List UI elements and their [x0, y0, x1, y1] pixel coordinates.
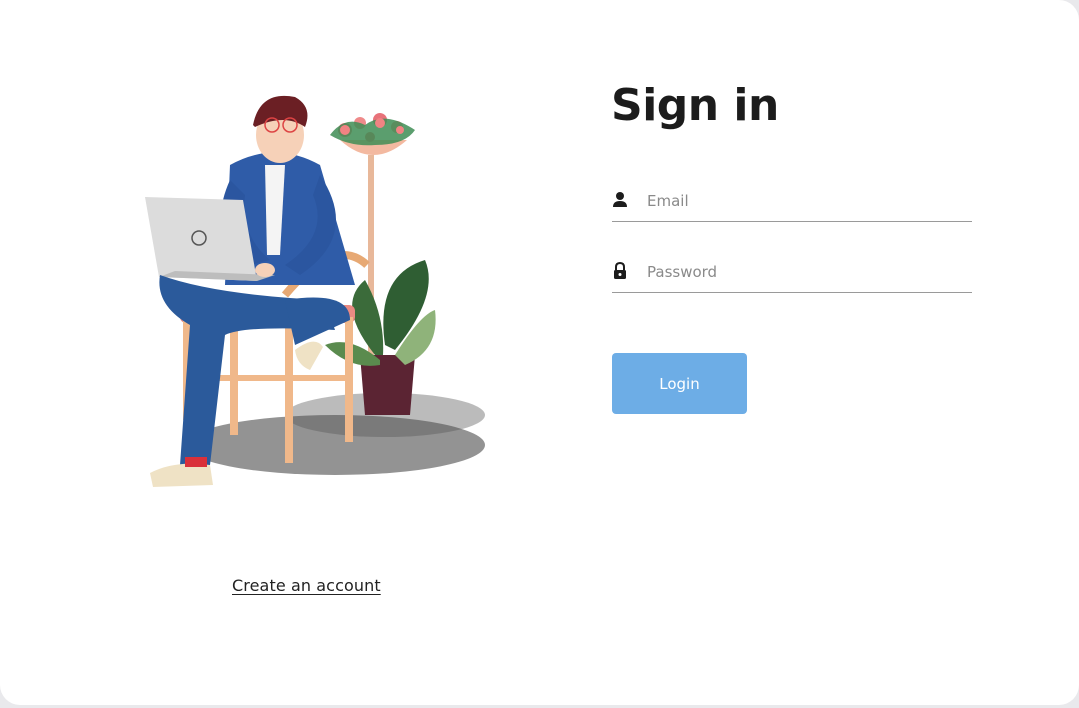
- sign-in-card: Create an account Sign in Login: [0, 0, 1079, 705]
- email-input[interactable]: [647, 187, 967, 215]
- user-icon: [613, 192, 627, 207]
- page-title: Sign in: [611, 80, 779, 131]
- login-button[interactable]: Login: [612, 353, 747, 414]
- create-account-link[interactable]: Create an account: [232, 576, 381, 595]
- password-input[interactable]: [647, 258, 967, 286]
- password-field-container: [612, 252, 972, 293]
- lock-icon: [614, 262, 626, 279]
- person-laptop-illustration: [145, 95, 485, 487]
- email-field-container: [612, 181, 972, 222]
